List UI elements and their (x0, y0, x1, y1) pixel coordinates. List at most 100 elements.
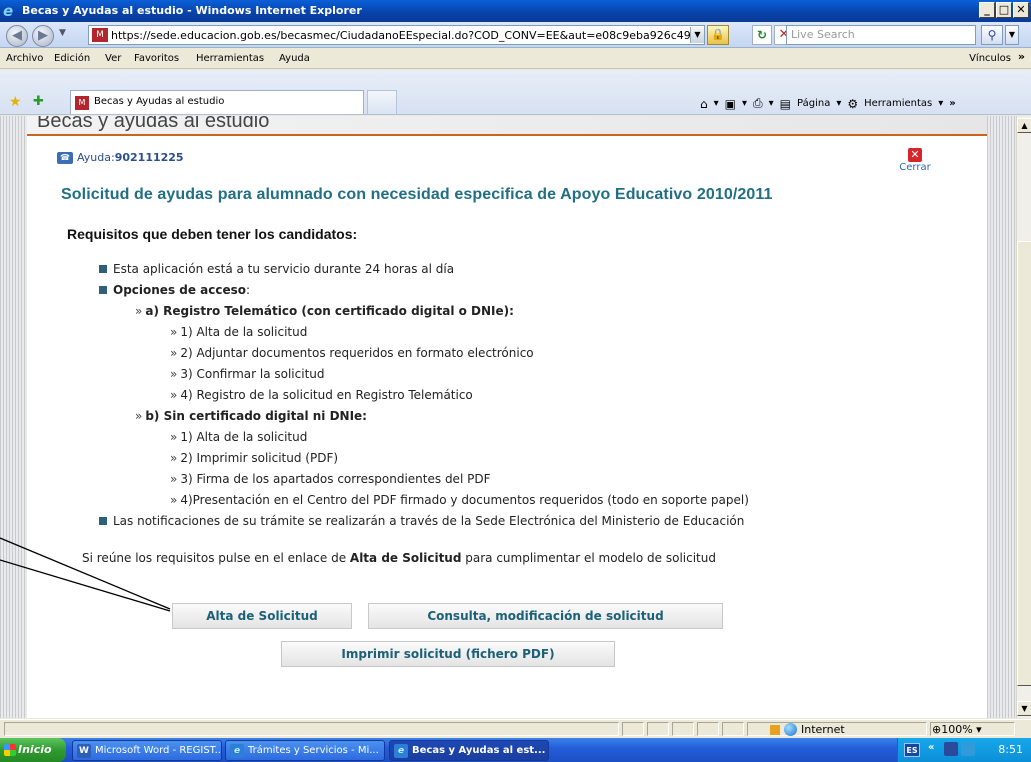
search-button[interactable]: ⚲ (981, 25, 1003, 45)
list-item: » 4) Registro de la solicitud en Registro… (170, 388, 473, 402)
help-phone-number: 902111225 (114, 151, 184, 164)
maximize-button[interactable]: □ (996, 2, 1012, 18)
bullet-icon (99, 516, 107, 525)
address-dropdown-icon[interactable]: ▼ (690, 27, 704, 43)
list-item: Esta aplicación está a tu servicio duran… (99, 262, 454, 276)
menu-favoritos[interactable]: Favoritos (134, 53, 179, 64)
list-item: Opciones de acceso: (99, 283, 250, 297)
taskbar-item-word[interactable]: W Microsoft Word - REGIST... (72, 740, 222, 761)
system-tray: ES « 8:51 (897, 738, 1031, 762)
window-controls: _ □ ✕ (978, 2, 1029, 18)
list-item: » 2) Imprimir solicitud (PDF) (170, 451, 339, 465)
windows-taskbar: Inicio W Microsoft Word - REGIST... e Tr… (0, 738, 1031, 762)
security-zone[interactable]: Internet (770, 723, 845, 736)
tab-label: Becas y Ayudas al estudio (94, 96, 225, 107)
tab-bar: ★ ✚ M Becas y Ayudas al estudio ⌂ ▾ ▣ ▾ ⎙ ▾… (0, 70, 1031, 115)
close-label: Cerrar (899, 162, 931, 173)
address-url[interactable]: https://sede.educacion.gob.es/becasmec/C… (111, 29, 690, 42)
scroll-thumb[interactable] (1017, 241, 1031, 686)
bullet-icon (99, 264, 107, 273)
help-label: Ayuda: (77, 151, 115, 164)
print-icon[interactable]: ⎙ (753, 96, 763, 111)
security-lock-icon[interactable]: 🔒 (707, 25, 729, 45)
page-content: Becas y ayudas al estudio ☎ Ayuda: 902111… (27, 116, 987, 718)
add-favorite-icon[interactable]: ✚ (33, 94, 44, 109)
left-decoration (0, 116, 27, 718)
list-item: Las notificaciones de su trámite se real… (99, 514, 744, 528)
list-item: » 4)Presentación en el Centro del PDF fir… (170, 493, 749, 507)
banner-title: Becas y ayudas al estudio (37, 116, 270, 132)
forward-button[interactable]: ▶ (32, 25, 54, 47)
favorites-star-icon[interactable]: ★ (9, 94, 22, 110)
address-toolbar: ◀ ▶ ▼ M https://sede.educacion.gob.es/be… (0, 22, 1031, 48)
taskbar-item-becas[interactable]: e Becas y Ayudas al est... (389, 740, 549, 761)
history-dropdown-icon[interactable]: ▼ (59, 28, 66, 38)
search-input[interactable]: Live Search (786, 25, 976, 45)
minimize-button[interactable]: _ (979, 2, 995, 18)
links-chevron-icon[interactable]: » (1018, 50, 1025, 63)
address-bar[interactable]: M https://sede.educacion.gob.es/becasmec… (88, 25, 705, 45)
protected-mode-icon (770, 724, 780, 735)
help-line: ☎ Ayuda: 902111225 (57, 151, 184, 164)
tools-gear-icon: ⚙ (847, 96, 859, 111)
requirements-title: Requisitos que deben tener los candidato… (67, 226, 358, 242)
internet-explorer-icon: e (230, 744, 244, 758)
toolbar-chevron-icon[interactable]: » (949, 98, 955, 109)
alta-solicitud-button[interactable]: Alta de Solicitud (172, 603, 352, 629)
scroll-up-arrow-icon[interactable]: ▲ (1017, 118, 1031, 133)
page-heading: Solicitud de ayudas para alumnado con ne… (61, 186, 773, 203)
window-title: Becas y Ayudas al estudio - Windows Inte… (22, 4, 362, 17)
zone-label: Internet (801, 723, 845, 736)
site-banner: Becas y ayudas al estudio (27, 116, 987, 136)
status-bar: Internet ⊕100% ▾ (0, 719, 1031, 737)
menu-edicion[interactable]: Edición (54, 53, 90, 64)
close-page-button[interactable]: ✕ Cerrar (895, 148, 935, 173)
page-icon: ▤ (779, 96, 792, 111)
window-title-bar: e Becas y Ayudas al estudio - Windows In… (0, 0, 1031, 22)
language-indicator[interactable]: ES (904, 743, 920, 757)
start-button[interactable]: Inicio (0, 738, 66, 762)
list-item: » 3) Confirmar la solicitud (170, 367, 325, 381)
feeds-icon[interactable]: ▣ (725, 97, 736, 111)
internet-explorer-icon: e (3, 2, 14, 20)
right-decoration (987, 116, 1016, 718)
menu-archivo[interactable]: Archivo (6, 53, 43, 64)
close-icon: ✕ (908, 148, 922, 162)
page-menu[interactable]: Página (797, 98, 830, 109)
tray-app-icon[interactable] (944, 742, 958, 756)
menu-herramientas[interactable]: Herramientas (196, 53, 264, 64)
scroll-down-arrow-icon[interactable]: ▼ (1017, 701, 1031, 716)
tools-menu[interactable]: Herramientas (864, 98, 932, 109)
consulta-modificacion-button[interactable]: Consulta, modificación de solicitud (368, 603, 723, 629)
tab-becas[interactable]: M Becas y Ayudas al estudio (70, 90, 364, 114)
bullet-icon (99, 285, 107, 294)
menu-ver[interactable]: Ver (105, 53, 121, 64)
site-favicon-icon: M (92, 28, 108, 42)
list-item: » b) Sin certificado digital ni DNIe: (135, 409, 367, 423)
internet-explorer-icon: e (394, 744, 408, 758)
phone-icon: ☎ (57, 151, 73, 164)
search-options-dropdown-icon[interactable]: ▼ (1005, 25, 1019, 45)
clock: 8:51 (998, 743, 1023, 756)
menu-ayuda[interactable]: Ayuda (279, 53, 310, 64)
imprimir-solicitud-button[interactable]: Imprimir solicitud (fichero PDF) (281, 641, 615, 667)
page-viewport: Becas y ayudas al estudio ☎ Ayuda: 902111… (0, 116, 1016, 718)
back-button[interactable]: ◀ (6, 25, 28, 47)
new-tab-button[interactable] (367, 90, 397, 114)
refresh-button[interactable]: ↻ (752, 25, 772, 45)
taskbar-item-tramites[interactable]: e Trámites y Servicios - Mi... (225, 740, 385, 761)
list-item: » 1) Alta de la solicitud (170, 325, 308, 339)
internet-globe-icon (784, 723, 797, 736)
close-window-button[interactable]: ✕ (1013, 2, 1029, 18)
links-toolbar-label[interactable]: Vínculos (969, 53, 1011, 64)
menu-bar: Archivo Edición Ver Favoritos Herramient… (0, 49, 1031, 69)
home-icon[interactable]: ⌂ (700, 97, 708, 111)
zoom-level[interactable]: ⊕100% ▾ (932, 723, 982, 736)
vertical-scrollbar[interactable]: ▲ ▼ (1016, 116, 1031, 718)
word-icon: W (77, 744, 91, 758)
list-item: » a) Registro Telemático (con certificado… (135, 304, 514, 318)
tray-network-icon[interactable] (961, 742, 975, 756)
instructions-text: Si reúne los requisitos pulse en el enla… (82, 551, 716, 565)
tray-expand-icon[interactable]: « (928, 742, 934, 753)
command-bar: ⌂ ▾ ▣ ▾ ⎙ ▾ ▤ Página ▾ ⚙ Herramientas ▾ » (700, 96, 956, 111)
